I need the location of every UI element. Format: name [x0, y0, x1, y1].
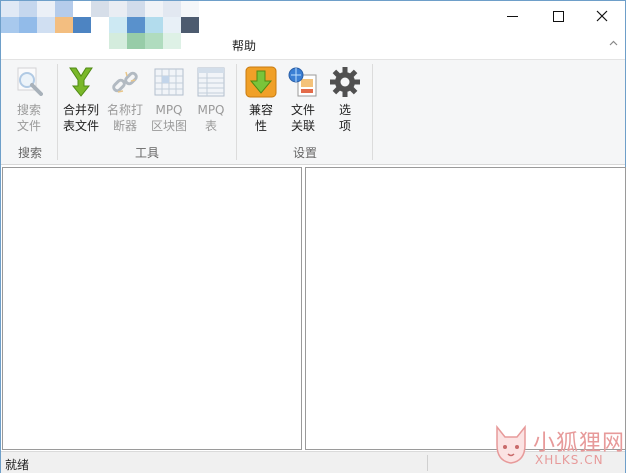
close-button[interactable] — [579, 1, 625, 31]
group-label-search: 搜索 — [17, 146, 42, 160]
minimize-button[interactable] — [489, 1, 535, 31]
watermark-brand-en: XHLKS.CN — [535, 453, 604, 467]
close-icon — [596, 10, 608, 22]
mpq-table-button[interactable]: MPQ 表 — [189, 62, 233, 140]
file-association-icon — [288, 67, 317, 97]
title-bar[interactable] — [1, 1, 625, 49]
collapse-ribbon-button[interactable] — [609, 38, 618, 49]
status-divider — [427, 455, 428, 471]
broken-chain-icon — [112, 71, 138, 93]
options-button[interactable]: 选 项 — [323, 62, 367, 140]
status-text: 就绪 — [5, 458, 30, 472]
minimize-icon — [506, 15, 518, 17]
tab-help[interactable]: 帮助 — [232, 37, 256, 54]
file-association-button[interactable]: 文件 关联 — [281, 62, 325, 140]
maximize-button[interactable] — [535, 1, 581, 31]
merge-arrow-icon — [69, 67, 93, 97]
download-compat-icon — [245, 66, 277, 98]
merge-listfiles-button[interactable]: 合并列 表文件 — [59, 62, 103, 140]
name-breaker-button[interactable]: 名称打 断器 — [103, 62, 147, 140]
gear-icon — [330, 67, 360, 97]
left-pane[interactable] — [2, 167, 302, 450]
mpq-block-map-button[interactable]: MPQ 区块图 — [147, 62, 191, 140]
block-grid-icon — [154, 68, 184, 96]
compatibility-button[interactable]: 兼容 性 — [239, 62, 283, 140]
group-label-tools: 工具 — [134, 146, 159, 160]
fox-logo-icon — [496, 424, 526, 464]
blurred-title-area — [1, 1, 217, 59]
app-window: 帮助 搜索 文件 搜索 合并列 表文件 名称打 断器 MPQ 区块图 MPQ 表… — [0, 0, 626, 473]
table-icon — [197, 67, 225, 97]
ribbon-group-settings: 兼容 性 文件 关联 选 项 设置 — [239, 60, 371, 164]
group-label-settings: 设置 — [292, 146, 317, 160]
search-files-button[interactable]: 搜索 文件 — [7, 62, 51, 140]
group-separator — [372, 64, 373, 160]
right-pane[interactable] — [305, 167, 626, 450]
ribbon-group-tools: 合并列 表文件 名称打 断器 MPQ 区块图 MPQ 表 工具 — [59, 60, 235, 164]
chevron-up-icon — [609, 40, 618, 46]
magnifier-icon — [17, 67, 43, 96]
watermark: 小狐狸网 XHLKS.CN — [489, 419, 625, 469]
ribbon-group-search: 搜索 文件 搜索 — [5, 60, 55, 164]
maximize-icon — [552, 10, 564, 22]
ribbon: 搜索 文件 搜索 合并列 表文件 名称打 断器 MPQ 区块图 MPQ 表 工具… — [1, 59, 625, 165]
